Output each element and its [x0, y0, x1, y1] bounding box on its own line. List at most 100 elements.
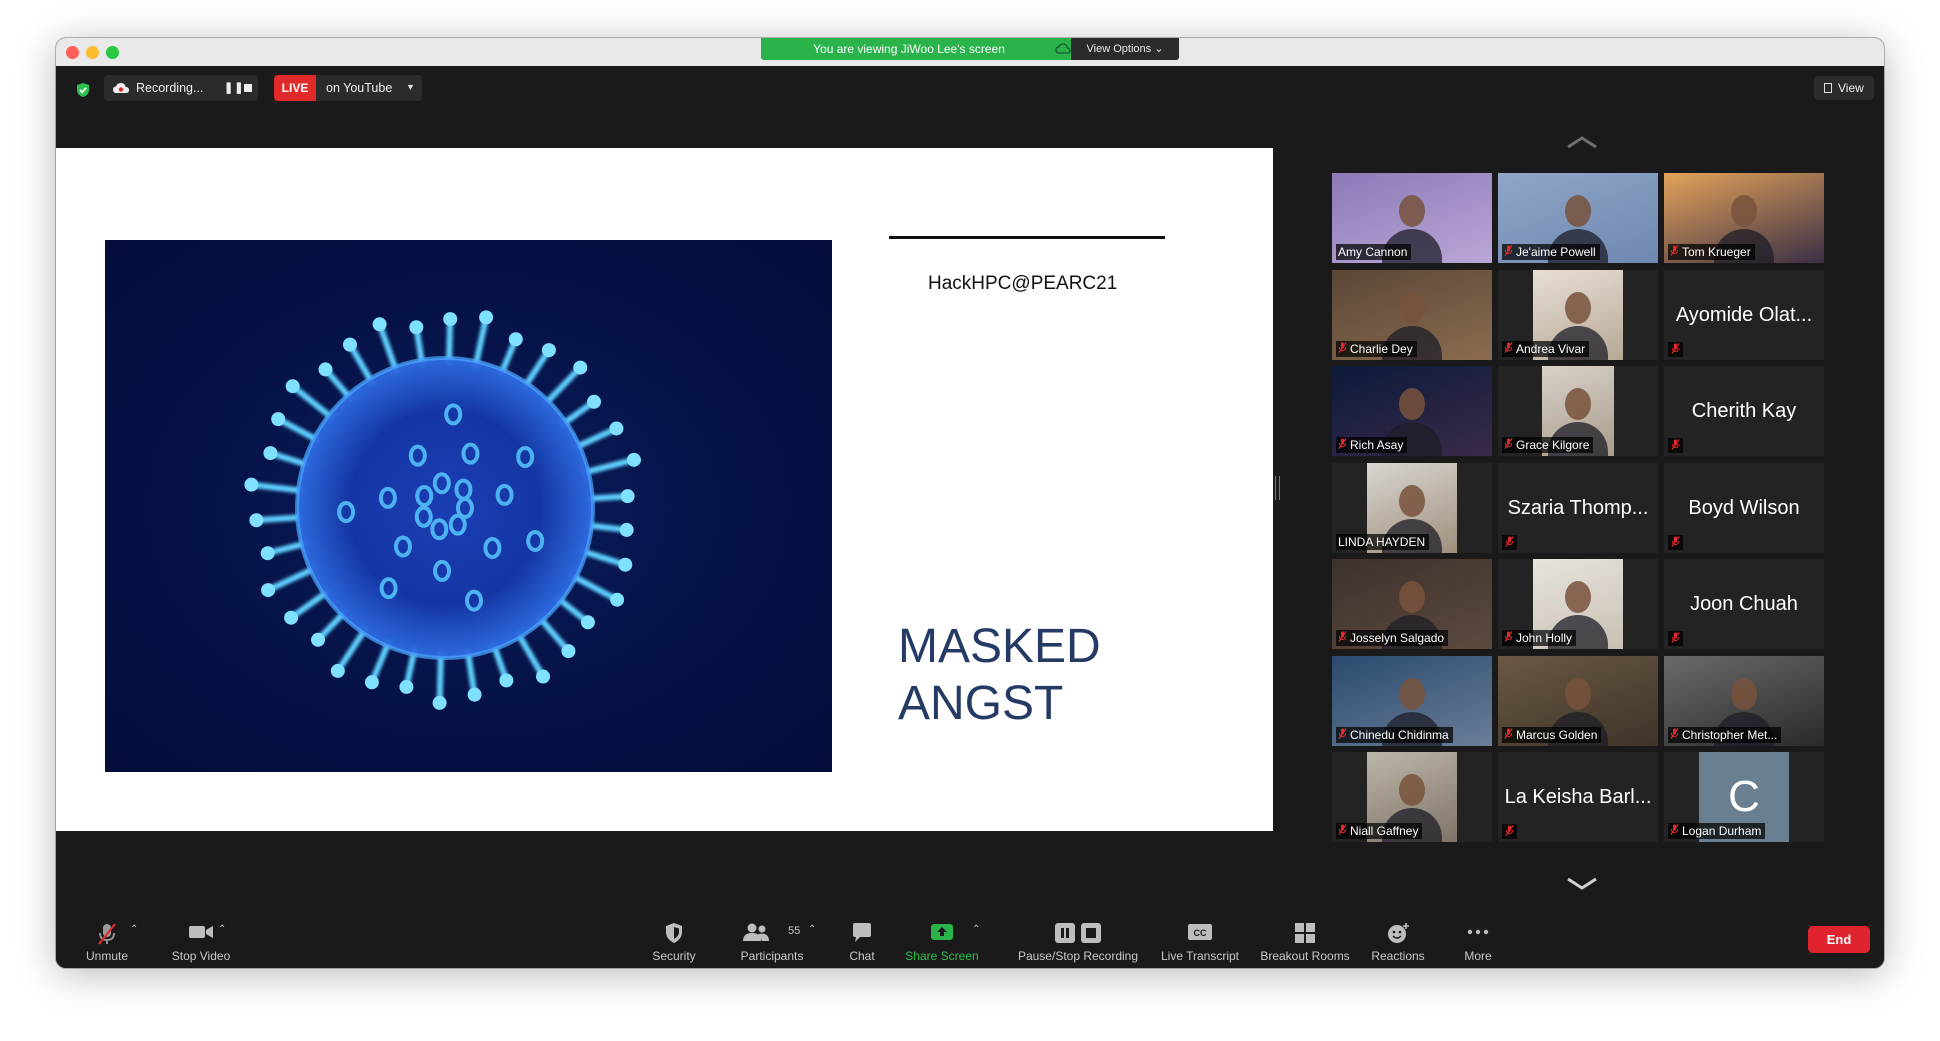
zoom-window-button[interactable]	[106, 46, 119, 59]
caret-down-icon: ▼	[406, 82, 415, 92]
participant-tile[interactable]: La Keisha Barl...	[1498, 752, 1658, 842]
virus-spike-head	[409, 320, 424, 335]
participant-head	[1399, 581, 1425, 613]
participant-name: Marcus Golden	[1516, 728, 1598, 742]
participant-name-label: Logan Durham	[1668, 823, 1766, 839]
virus-spike	[337, 626, 369, 670]
slide-rule	[889, 236, 1165, 239]
participant-tile[interactable]: Amy Cannon	[1332, 173, 1492, 263]
gallery-scroll-down-icon[interactable]	[1564, 876, 1600, 892]
close-window-button[interactable]	[66, 46, 79, 59]
meeting-controls-toolbar: Unmute ⌃ Stop Video ⌃ Security 55 ⌃ Part…	[56, 914, 1884, 968]
virus-spike-head	[561, 644, 576, 659]
unmute-button[interactable]: Unmute	[70, 914, 144, 968]
video-options-caret-icon[interactable]: ⌃	[218, 924, 226, 935]
pause-stop-recording-button[interactable]: Pause/Stop Recording	[1012, 914, 1144, 968]
end-meeting-button[interactable]: End	[1808, 926, 1870, 953]
share-options-caret-icon[interactable]: ⌃	[972, 924, 980, 935]
participant-tile[interactable]: Joon Chuah	[1664, 559, 1824, 649]
virus-spike-head	[261, 583, 276, 598]
live-transcript-button[interactable]: CC Live Transcript	[1152, 914, 1248, 968]
muted-mic-icon	[1668, 342, 1683, 357]
pause-recording-icon[interactable]: ❚❚	[224, 81, 244, 94]
muted-mic-icon	[1670, 728, 1679, 742]
participant-tile[interactable]: Chinedu Chidinma	[1332, 656, 1492, 746]
participant-head	[1399, 678, 1425, 710]
recording-label: Recording...	[136, 81, 204, 95]
participant-tile[interactable]: Szaria Thomp...	[1498, 463, 1658, 553]
participant-tile[interactable]: C Logan Durham	[1664, 752, 1824, 842]
virus-spike-head	[372, 317, 387, 332]
zoom-window: You are viewing JiWoo Lee's screen View …	[56, 38, 1884, 968]
breakout-rooms-label: Breakout Rooms	[1260, 949, 1350, 963]
participant-head	[1565, 678, 1591, 710]
stop-video-button[interactable]: Stop Video	[156, 914, 246, 968]
participant-name-label: Grace Kilgore	[1502, 437, 1594, 453]
participant-tile[interactable]: John Holly	[1498, 559, 1658, 649]
participant-tile[interactable]: Grace Kilgore	[1498, 366, 1658, 456]
participant-head	[1565, 292, 1591, 324]
participant-head	[1565, 195, 1591, 227]
participant-tile[interactable]: Christopher Met...	[1664, 656, 1824, 746]
participant-tile[interactable]: Cherith Kay	[1664, 366, 1824, 456]
slide-title: MASKED ANGST	[898, 618, 1101, 732]
participant-tile[interactable]: LINDA HAYDEN	[1332, 463, 1492, 553]
virus-spike-head	[399, 679, 414, 694]
participant-tile[interactable]: Ayomide Olat...	[1664, 270, 1824, 360]
view-label: View	[1838, 81, 1864, 95]
cloud-icon	[1055, 43, 1071, 54]
more-button[interactable]: More	[1448, 914, 1508, 968]
gallery-scroll-up-icon[interactable]	[1564, 134, 1600, 150]
encryption-shield-icon[interactable]	[76, 82, 90, 98]
participant-name: Boyd Wilson	[1688, 496, 1800, 519]
reactions-label: Reactions	[1371, 949, 1425, 963]
participant-name: Andrea Vivar	[1516, 342, 1586, 356]
virus-spike-head	[263, 446, 278, 461]
participant-tile[interactable]: Tom Krueger	[1664, 173, 1824, 263]
security-button[interactable]: Security	[634, 914, 714, 968]
participant-head	[1399, 195, 1425, 227]
livestream-indicator[interactable]: LIVE on YouTube ▼	[274, 75, 422, 101]
breakout-rooms-button[interactable]: Breakout Rooms	[1252, 914, 1358, 968]
virus-spike	[293, 386, 335, 421]
participant-tile[interactable]: Charlie Dey	[1332, 270, 1492, 360]
stop-recording-icon[interactable]	[244, 84, 252, 92]
muted-mic-icon	[1502, 824, 1517, 839]
muted-mic-icon	[1668, 438, 1683, 453]
virus-spike-head	[499, 673, 514, 688]
minimize-window-button[interactable]	[86, 46, 99, 59]
cloud-recording-icon	[113, 83, 129, 93]
virus-spike-head	[260, 546, 275, 561]
split-view-handle[interactable]	[1275, 476, 1280, 500]
participant-name: Cherith Kay	[1691, 399, 1797, 422]
participant-tile[interactable]: Andrea Vivar	[1498, 270, 1658, 360]
virus-spike-head	[284, 610, 299, 625]
virus-spike-head	[271, 412, 286, 427]
participant-tile[interactable]: Marcus Golden	[1498, 656, 1658, 746]
participant-name-label: Josselyn Salgado	[1336, 630, 1449, 646]
audio-options-caret-icon[interactable]: ⌃	[130, 924, 138, 935]
participant-name-label: Marcus Golden	[1502, 727, 1602, 743]
participants-button[interactable]: 55 ⌃ Participants	[722, 914, 822, 968]
virus-spike-head	[609, 421, 624, 436]
participant-head	[1399, 774, 1425, 806]
virus-spike-head	[244, 477, 259, 492]
view-button[interactable]: View	[1814, 76, 1874, 100]
muted-mic-icon	[1504, 728, 1513, 742]
participant-tile[interactable]: Josselyn Salgado	[1332, 559, 1492, 649]
participant-head	[1399, 292, 1425, 324]
muted-mic-icon	[1338, 342, 1347, 356]
virus-spike-head	[249, 513, 264, 528]
view-options-button[interactable]: View Options ⌄	[1071, 38, 1179, 60]
unmute-label: Unmute	[85, 949, 129, 963]
participant-tile[interactable]: Rich Asay	[1332, 366, 1492, 456]
participant-tile[interactable]: Niall Gaffney	[1332, 752, 1492, 842]
virus-spike	[542, 368, 580, 407]
muted-mic-icon	[1670, 824, 1679, 838]
share-screen-button[interactable]: ⌃ Share Screen	[862, 914, 1022, 968]
participant-tile[interactable]: Boyd Wilson	[1664, 463, 1824, 553]
reactions-button[interactable]: Reactions	[1358, 914, 1438, 968]
participant-tile[interactable]: Je'aime Powell	[1498, 173, 1658, 263]
screen-share-banner-text: You are viewing JiWoo Lee's screen	[813, 42, 1005, 56]
participants-caret-icon[interactable]: ⌃	[808, 924, 816, 935]
